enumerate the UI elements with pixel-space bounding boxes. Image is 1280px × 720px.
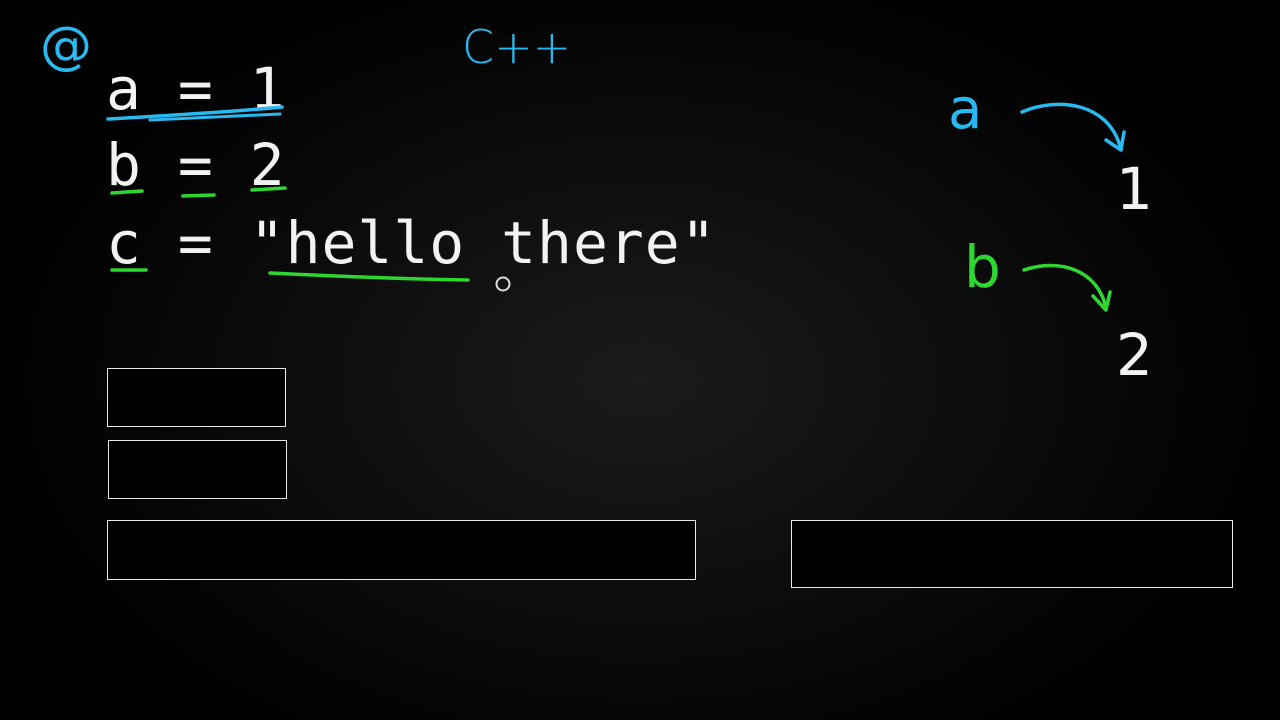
- language-label: C++: [462, 20, 572, 74]
- memory-box-2: [108, 440, 287, 499]
- arrow-b-head: [1091, 290, 1112, 312]
- memory-box-wide-left: [107, 520, 696, 580]
- arrow-a-head: [1104, 130, 1126, 152]
- memory-box-wide-right: [791, 520, 1233, 588]
- code-line-a: a = 1: [106, 55, 286, 123]
- code-line-c: c = "hello there": [106, 209, 717, 277]
- arrow-b-to-2: [1022, 263, 1108, 310]
- whiteboard-canvas: @ C++ a = 1 b = 2 c = "hello there" a 1 …: [0, 0, 1280, 720]
- arrow-a-to-1: [1020, 102, 1122, 148]
- diagram-label-a: a: [948, 77, 983, 142]
- diagram-value-1: 1: [1116, 155, 1153, 223]
- diagram-label-b: b: [964, 233, 1001, 301]
- at-sign-icon: @: [40, 16, 92, 76]
- cursor-ring-icon: [495, 276, 511, 292]
- memory-box-1: [107, 368, 286, 427]
- diagram-value-2: 2: [1116, 321, 1153, 389]
- code-line-b: b = 2: [106, 131, 286, 199]
